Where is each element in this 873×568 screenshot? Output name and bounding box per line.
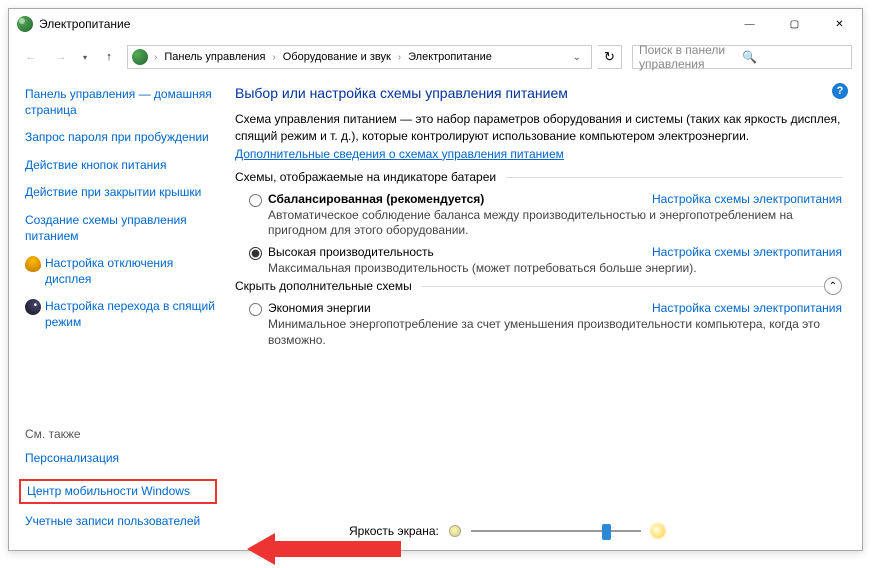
plan-high-radio[interactable] (249, 247, 262, 260)
app-icon (17, 16, 33, 32)
sidebar-link-lid[interactable]: Действие при закрытии крышки (25, 185, 217, 201)
maximize-button[interactable]: ▢ (772, 9, 817, 39)
learn-more-link[interactable]: Дополнительные сведения о схемах управле… (235, 147, 564, 161)
brightness-control: Яркость экрана: (349, 522, 665, 540)
nav-back-button[interactable]: ← (19, 45, 43, 69)
plan-saver-name[interactable]: Экономия энергии (268, 301, 371, 315)
minimize-button[interactable]: — (727, 9, 772, 39)
nav-history-dropdown[interactable]: ▾ (79, 53, 91, 62)
chevron-right-icon: › (396, 52, 403, 63)
sidebar-link-create-plan[interactable]: Создание схемы управления питанием (25, 213, 217, 244)
plan-balanced-settings-link[interactable]: Настройка схемы электропитания (632, 192, 842, 206)
breadcrumb[interactable]: › Панель управления › Оборудование и зву… (127, 45, 592, 69)
plan-high-desc: Максимальная производительность (может п… (268, 261, 842, 277)
plan-saver-radio[interactable] (249, 303, 262, 316)
see-also-user-accounts[interactable]: Учетные записи пользователей (25, 514, 217, 530)
plan-high-settings-link[interactable]: Настройка схемы электропитания (632, 245, 842, 259)
sidebar-link-home[interactable]: Панель управления — домашняя страница (25, 87, 217, 118)
chevron-right-icon: › (152, 52, 159, 63)
plan-high: Высокая производительность Настройка схе… (249, 245, 842, 277)
page-description: Схема управления питанием — это набор па… (235, 111, 842, 145)
sidebar-link-display-off[interactable]: Настройка отключения дисплея (45, 256, 217, 287)
collapse-button[interactable]: ⌃ (824, 277, 842, 295)
bulb-dim-icon (449, 525, 461, 537)
see-also-personalization[interactable]: Персонализация (25, 451, 217, 467)
plan-balanced: Сбалансированная (рекомендуется) Настрой… (249, 192, 842, 239)
window-title: Электропитание (39, 17, 727, 31)
plan-saver-desc: Минимальное энергопотребление за счет ум… (268, 317, 842, 348)
plan-balanced-name[interactable]: Сбалансированная (рекомендуется) (268, 192, 484, 206)
slider-thumb[interactable] (602, 524, 611, 540)
moon-icon (25, 299, 41, 315)
sidebar-link-password[interactable]: Запрос пароля при пробуждении (25, 130, 217, 146)
sidebar: Панель управления — домашняя страница За… (9, 75, 225, 550)
brightness-slider[interactable] (471, 522, 641, 540)
help-icon[interactable]: ? (832, 83, 848, 99)
chevron-up-icon: ⌃ (829, 281, 837, 292)
navigation-bar: ← → ▾ ↑ › Панель управления › Оборудован… (9, 39, 862, 75)
chevron-right-icon: › (270, 52, 277, 63)
breadcrumb-dropdown[interactable]: ⌄ (497, 52, 587, 63)
refresh-button[interactable]: ↻ (598, 45, 622, 69)
main-panel: Выбор или настройка схемы управления пит… (225, 75, 862, 550)
search-icon: 🔍 (742, 50, 845, 64)
group-label: Скрыть дополнительные схемы (235, 279, 422, 293)
plan-high-name[interactable]: Высокая производительность (268, 245, 434, 259)
breadcrumb-item[interactable]: Оборудование и звук (280, 51, 394, 63)
breadcrumb-item[interactable]: Электропитание (405, 51, 495, 63)
plan-saver-settings-link[interactable]: Настройка схемы электропитания (632, 301, 842, 315)
plans-on-battery-group: Схемы, отображаемые на индикаторе батаре… (235, 177, 842, 277)
plan-saver: Экономия энергии Настройка схемы электро… (249, 301, 842, 348)
page-title: Выбор или настройка схемы управления пит… (235, 85, 842, 101)
sidebar-link-sleep[interactable]: Настройка перехода в спящий режим (45, 299, 217, 330)
shield-icon (25, 256, 41, 272)
breadcrumb-icon (132, 49, 148, 65)
additional-plans-group: Скрыть дополнительные схемы ⌃ Экономия э… (235, 286, 842, 348)
see-also-mobility-center[interactable]: Центр мобильности Windows (27, 484, 190, 498)
slider-track (471, 530, 641, 532)
brightness-label: Яркость экрана: (349, 524, 439, 538)
nav-up-button[interactable]: ↑ (97, 45, 121, 69)
see-also-heading: См. также (25, 427, 217, 441)
plan-balanced-desc: Автоматическое соблюдение баланса между … (268, 208, 842, 239)
see-also-mobility-center-highlight: Центр мобильности Windows (19, 479, 217, 505)
sidebar-link-power-buttons[interactable]: Действие кнопок питания (25, 158, 217, 174)
search-input[interactable]: Поиск в панели управления 🔍 (632, 45, 852, 69)
bulb-bright-icon (651, 524, 665, 538)
nav-forward-button[interactable]: → (49, 45, 73, 69)
titlebar: Электропитание — ▢ ✕ (9, 9, 862, 39)
breadcrumb-item[interactable]: Панель управления (161, 51, 268, 63)
close-button[interactable]: ✕ (817, 9, 862, 39)
plan-balanced-radio[interactable] (249, 194, 262, 207)
search-placeholder: Поиск в панели управления (639, 43, 742, 71)
group-label: Схемы, отображаемые на индикаторе батаре… (235, 170, 506, 184)
